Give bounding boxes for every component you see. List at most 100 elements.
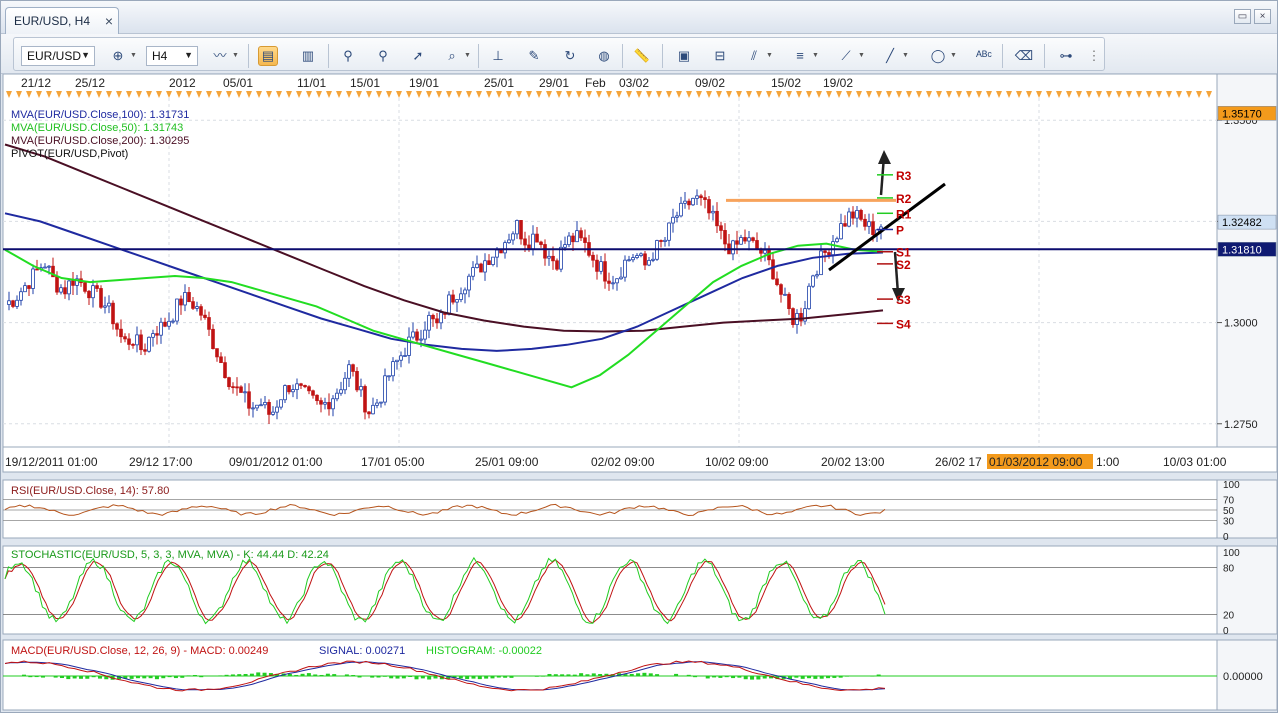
- macd-histogram-bar: [370, 676, 375, 678]
- trendline-icon[interactable]: ⟋: [836, 46, 856, 66]
- restore-icon[interactable]: ▭: [1234, 9, 1251, 24]
- close-icon[interactable]: ×: [105, 13, 113, 29]
- time-axis-label: 10/02 09:00: [705, 455, 769, 469]
- macd-histogram-bar: [667, 675, 672, 677]
- candle-up: [159, 321, 163, 336]
- refresh-icon[interactable]: ↻: [560, 46, 580, 66]
- chevron-down-icon[interactable]: ▼: [812, 52, 819, 59]
- properties-icon[interactable]: ▤: [258, 46, 278, 66]
- macd-histogram-bar: [465, 676, 470, 680]
- rsi-axis-label: 70: [1223, 496, 1235, 507]
- macd-histogram-bar: [401, 676, 406, 679]
- toolbar-separator: [478, 44, 479, 68]
- zoom-rect-icon[interactable]: ⌕: [442, 46, 462, 66]
- time-axis-label: 29/12 17:00: [129, 455, 193, 469]
- candle-down: [751, 237, 755, 241]
- text-label-icon[interactable]: ᴬᴮᶜ: [974, 46, 994, 66]
- candle-down: [755, 240, 759, 250]
- candle-down: [735, 240, 739, 245]
- chevron-down-icon[interactable]: ▼: [766, 52, 773, 59]
- macd-histogram-bar: [826, 676, 831, 679]
- title-bar: EUR/USD, H4 × ▭ ×: [1, 1, 1277, 34]
- period-separator-icon[interactable]: ⊥: [488, 46, 508, 66]
- indicator-label: PIVOT(EUR/USD,Pivot): [11, 148, 128, 160]
- rsi-axis-label: 50: [1223, 506, 1235, 517]
- list-icon[interactable]: ≡: [790, 46, 810, 66]
- candle-down: [871, 221, 875, 235]
- time-axis-label: 25/01 09:00: [475, 455, 539, 469]
- macd-histogram-bar: [655, 674, 660, 677]
- chevron-down-icon[interactable]: ▼: [950, 52, 957, 59]
- candle-down: [523, 238, 527, 246]
- zoom-out-icon[interactable]: ⚲: [373, 46, 393, 66]
- chart-canvas[interactable]: 21/12 25/12 2012 05/01 11/01 15/01 19/01 25/01 2…: [1, 74, 1278, 714]
- macd-histogram-bar: [28, 676, 33, 678]
- candle-down: [775, 278, 779, 286]
- candle-up: [683, 200, 687, 204]
- lines-icon[interactable]: ⫽: [744, 46, 764, 66]
- chevron-down-icon[interactable]: ▼: [464, 52, 471, 59]
- edit-icon[interactable]: ✎: [524, 46, 544, 66]
- time-axis-label: 09/01/2012 01:00: [229, 455, 323, 469]
- candle-down: [199, 306, 203, 316]
- line-chart-icon[interactable]: 〰: [210, 46, 230, 66]
- candle-up: [635, 255, 639, 258]
- hierarchy-icon[interactable]: ⊶: [1056, 46, 1076, 66]
- candle-up: [807, 285, 811, 310]
- macd-histogram-bar: [845, 676, 850, 677]
- symbol-select[interactable]: EUR/USD ▼: [21, 46, 95, 66]
- eraser-icon[interactable]: ⌫: [1014, 46, 1034, 66]
- macd-histogram-bar: [737, 676, 742, 678]
- time-axis-label: 1:00: [1096, 455, 1120, 469]
- candle-down: [351, 364, 355, 372]
- zoom-in-icon[interactable]: ⚲: [338, 46, 358, 66]
- top-axis-label: 11/01: [297, 76, 326, 90]
- chevron-down-icon[interactable]: ▼: [902, 52, 909, 59]
- chevron-down-icon[interactable]: ▼: [858, 52, 865, 59]
- ruler-icon[interactable]: 📏: [632, 46, 652, 66]
- pointer-icon[interactable]: ➚: [408, 46, 428, 66]
- candle-up: [19, 291, 23, 301]
- image-icon[interactable]: ▣: [674, 46, 694, 66]
- crosshair-icon[interactable]: ⊕: [108, 46, 128, 66]
- candlestick-icon[interactable]: ▥: [298, 46, 318, 66]
- candle-up: [23, 285, 27, 293]
- candle-down: [823, 250, 827, 253]
- window-close-icon[interactable]: ×: [1254, 9, 1271, 24]
- top-axis-label: 21/12: [21, 76, 51, 90]
- candle-down: [139, 334, 143, 351]
- macd-histogram-bar: [560, 674, 565, 677]
- candle-up: [419, 338, 423, 341]
- candle-down: [791, 308, 795, 325]
- chevron-down-icon[interactable]: ▼: [130, 52, 137, 59]
- toolbar-overflow-icon[interactable]: ⋮: [1084, 46, 1104, 66]
- chart-toolbar: EUR/USD ▼ ⊕ ▼ H4 ▼ 〰 ▼ ▤ ▥ ⚲ ⚲ ➚ ⌕ ▼ ⊥ ✎…: [1, 34, 1277, 74]
- candle-up: [295, 383, 299, 390]
- timeframe-select[interactable]: H4 ▼: [146, 46, 198, 66]
- globe-icon[interactable]: ◍: [594, 46, 614, 66]
- candle-down: [487, 260, 491, 265]
- macd-histogram-bar: [566, 674, 571, 677]
- macd-histogram-bar: [731, 676, 736, 679]
- template-icon[interactable]: ⊟: [710, 46, 730, 66]
- macd-histogram-bar: [458, 676, 463, 679]
- toolbar-panel: EUR/USD ▼ ⊕ ▼ H4 ▼ 〰 ▼ ▤ ▥ ⚲ ⚲ ➚ ⌕ ▼ ⊥ ✎…: [13, 37, 1105, 71]
- chevron-down-icon[interactable]: ▼: [232, 52, 239, 59]
- candle-down: [595, 259, 599, 272]
- candle-up: [59, 287, 63, 293]
- candle-up: [279, 399, 283, 408]
- candle-down: [451, 294, 455, 303]
- ellipse-icon[interactable]: ◯: [928, 46, 948, 66]
- candle-up: [623, 259, 627, 278]
- macd-histogram-bar: [585, 674, 590, 677]
- macd-histogram-bar: [522, 675, 527, 677]
- candle-up: [403, 355, 407, 357]
- candle-up: [259, 404, 263, 407]
- candle-up: [343, 377, 347, 391]
- chart-window: EUR/USD, H4 × ▭ × EUR/USD ▼ ⊕ ▼ H4 ▼ 〰 ▼…: [0, 0, 1278, 713]
- pencil-icon[interactable]: ╱: [880, 46, 900, 66]
- macd-histogram-bar: [762, 676, 767, 679]
- chart-tab[interactable]: EUR/USD, H4 ×: [5, 7, 119, 34]
- candle-up: [15, 299, 19, 307]
- candle-up: [171, 320, 175, 323]
